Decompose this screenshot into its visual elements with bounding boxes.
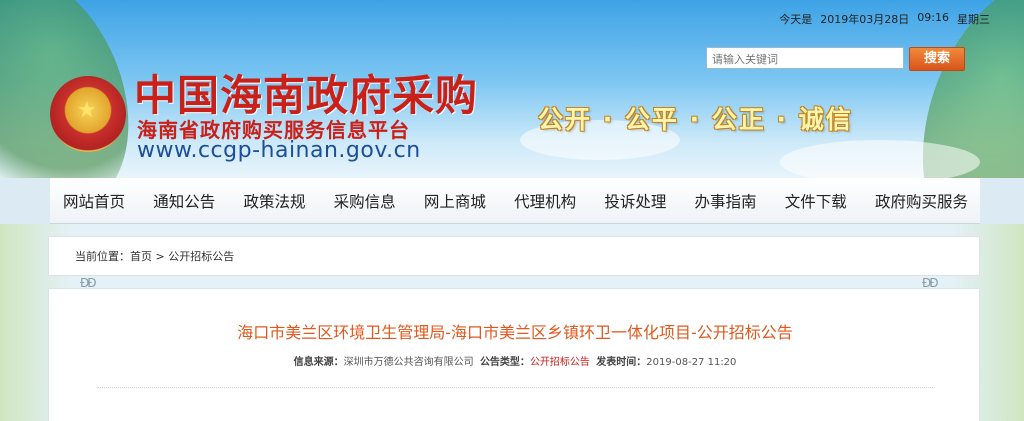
- national-emblem-icon: ★: [50, 76, 126, 152]
- breadcrumb-current-link[interactable]: 公开招标公告: [168, 250, 234, 263]
- breadcrumb: 当前位置：首页 > 公开招标公告: [48, 236, 980, 276]
- nav-item-home[interactable]: 网站首页: [63, 190, 125, 212]
- breadcrumb-prefix: 当前位置：: [75, 250, 130, 263]
- source-label: 信息来源：: [293, 357, 344, 368]
- search-box: [706, 47, 904, 69]
- site-url: www.ccgp-hainan.gov.cn: [137, 138, 421, 163]
- weekday: 星期三: [957, 13, 990, 26]
- slogan: 公开 · 公平 · 公正 · 诚信: [538, 105, 853, 134]
- cloud-decoration: [780, 140, 980, 178]
- nav-item-downloads[interactable]: 文件下载: [785, 190, 847, 212]
- main-nav: 网站首页 通知公告 政策法规 采购信息 网上商城 代理机构 投诉处理 办事指南 …: [50, 178, 980, 224]
- article-panel: 海口市美兰区环境卫生管理局-海口市美兰区乡镇环卫一体化项目-公开招标公告 信息来…: [48, 288, 980, 421]
- breadcrumb-home-link[interactable]: 首页: [130, 250, 152, 263]
- time-value: 09:16: [917, 11, 949, 24]
- date-value: 2019年03月28日: [820, 13, 910, 26]
- search-button[interactable]: 搜索: [909, 47, 965, 71]
- nav-item-notices[interactable]: 通知公告: [153, 190, 215, 212]
- date-label: 今天是: [779, 13, 813, 26]
- nav-item-guide[interactable]: 办事指南: [695, 190, 757, 212]
- divider: [97, 387, 933, 388]
- article-meta: 信息来源：深圳市万德公共咨询有限公司 公告类型：公开招标公告 发表时间：2019…: [49, 353, 981, 368]
- type-label: 公告类型：: [479, 357, 530, 368]
- publish-date-label: 发表时间：: [596, 357, 647, 368]
- type-value: 公开招标公告: [529, 357, 590, 368]
- nav-item-complaints[interactable]: 投诉处理: [604, 190, 666, 212]
- date-bar: 今天是 2019年03月28日 09:16 星期三: [779, 11, 990, 27]
- nav-item-online-mall[interactable]: 网上商城: [424, 190, 486, 212]
- site-header: 今天是 2019年03月28日 09:16 星期三 搜索 ★ 中国海南政府采购 …: [0, 0, 1024, 178]
- search-input[interactable]: [707, 50, 903, 69]
- nav-item-policies[interactable]: 政策法规: [243, 190, 305, 212]
- publish-date-value: 2019-08-27 11:20: [646, 357, 737, 368]
- nav-item-procurement-info[interactable]: 采购信息: [334, 190, 396, 212]
- nav-item-agencies[interactable]: 代理机构: [514, 190, 576, 212]
- source-value: 深圳市万德公共咨询有限公司: [343, 357, 474, 368]
- nav-item-gov-services[interactable]: 政府购买服务: [875, 190, 968, 212]
- article-title: 海口市美兰区环境卫生管理局-海口市美兰区乡镇环卫一体化项目-公开招标公告: [237, 323, 793, 342]
- breadcrumb-separator: >: [155, 250, 165, 263]
